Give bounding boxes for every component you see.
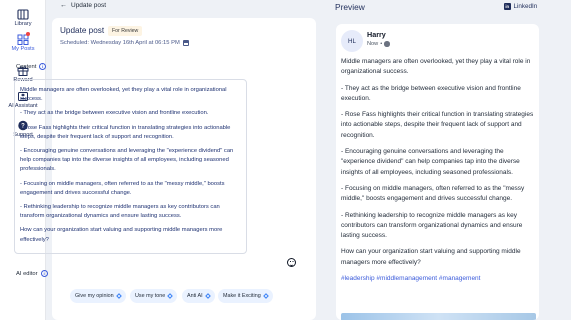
sidebar-item-label: My Posts [11, 46, 35, 52]
ai-editor-label: AI editor i [16, 270, 48, 277]
content-paragraph: - Rose Fass highlights their critical fu… [20, 124, 231, 140]
chip-label: Anti AI [187, 293, 203, 299]
preview-title: Preview [335, 2, 365, 12]
content-label-text: Content [16, 63, 37, 70]
schedule-text: Scheduled: Wednesday 16th April at 06:15… [60, 40, 180, 46]
info-icon[interactable]: i [39, 63, 47, 70]
linkedin-icon: in [504, 3, 511, 10]
sidebar-item-label: Library [14, 21, 32, 27]
hashtags[interactable]: #leadership #middlemanagement #managemen… [341, 274, 536, 284]
ai-chip-anti-ai[interactable]: Anti AI [182, 289, 215, 303]
preview-paragraph: - Focusing on middle managers, often ref… [341, 184, 525, 203]
content-paragraph: - They act as the bridge between executi… [20, 110, 209, 117]
sparkle-icon [262, 293, 269, 299]
status-badge: For Review [108, 26, 143, 36]
platform-selector[interactable]: in LinkedIn [504, 3, 537, 10]
emoji-icon[interactable] [287, 258, 296, 267]
author-name: Harry [367, 30, 386, 39]
content-paragraph: How can your organization start valuing … [20, 227, 223, 243]
ai-chip-make-exciting[interactable]: Make it Exciting [218, 289, 273, 303]
platform-label: LinkedIn [513, 3, 538, 10]
ai-chip-give-opinion[interactable]: Give my opinion [70, 289, 126, 303]
back-label: Update post [71, 2, 107, 9]
posts-icon [16, 32, 30, 45]
chip-label: Give my opinion [75, 293, 114, 299]
content-paragraph: Middle managers are often overlooked, ye… [20, 87, 227, 103]
preview-card: HL Harry Now • Middle managers are often… [336, 24, 539, 320]
sidebar-item-library[interactable]: Library [0, 8, 46, 28]
preview-body: Middle managers are often overlooked, ye… [341, 57, 536, 284]
sparkle-icon [204, 293, 211, 299]
preview-paragraph: How can your organization start valuing … [341, 248, 521, 266]
notification-dot [26, 32, 30, 36]
preview-paragraph: Middle managers are often overlooked, ye… [341, 58, 531, 76]
preview-paragraph: - Encouraging genuine conversations and … [341, 148, 520, 176]
calendar-icon[interactable] [182, 40, 189, 46]
post-time: Now • [367, 41, 390, 47]
post-time-text: Now [367, 41, 379, 47]
chip-label: Use my tone [135, 293, 166, 299]
content-paragraph: - Encouraging genuine conversations and … [20, 148, 234, 173]
preview-paragraph: - Rethinking leadership to recognize mid… [341, 211, 523, 240]
sparkle-icon [167, 293, 174, 299]
preview-paragraph: - Rose Fass highlights their critical fu… [341, 111, 534, 139]
ai-editor-label-text: AI editor [16, 270, 38, 277]
back-link[interactable]: ← Update post [60, 2, 106, 9]
sidebar-item-my-posts[interactable]: My Posts [0, 32, 46, 53]
post-image [341, 313, 536, 320]
preview-paragraph: - They act as the bridge between executi… [341, 84, 521, 102]
content-paragraph: - Focusing on middle managers, often ref… [20, 180, 225, 196]
library-icon [16, 8, 30, 20]
content-label: Content i [16, 63, 47, 70]
info-icon[interactable]: i [40, 270, 48, 277]
schedule-info: Scheduled: Wednesday 16th April at 06:15… [60, 40, 189, 46]
content-paragraph: - Rethinking leadership to recognize mid… [20, 204, 220, 220]
sparkle-icon [115, 293, 122, 299]
content-textarea[interactable]: Middle managers are often overlooked, ye… [14, 79, 247, 254]
globe-icon [384, 41, 390, 47]
avatar: HL [341, 30, 363, 52]
ai-chip-use-my-tone[interactable]: Use my tone [130, 289, 178, 303]
back-arrow-icon: ← [60, 2, 67, 9]
editor-title: Update post [60, 26, 105, 35]
chip-label: Make it Exciting [223, 293, 261, 299]
